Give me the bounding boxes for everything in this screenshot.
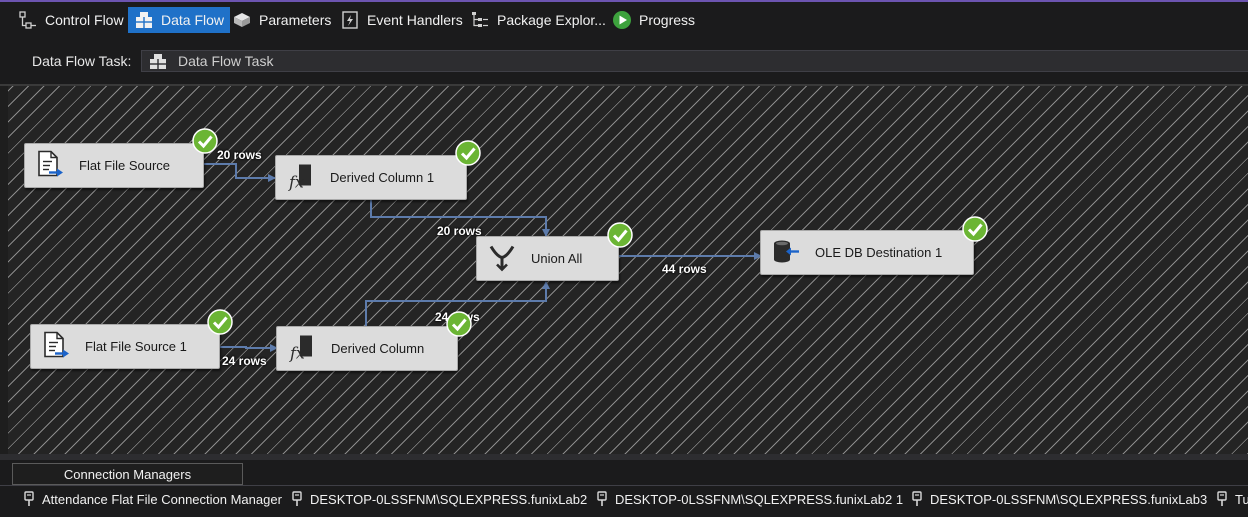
path-source-1-to-derived-column[interactable] <box>220 344 278 352</box>
connection-manager-item[interactable]: DESKTOP-0LSSFNM\SQLEXPRESS.funixLab3 <box>912 491 1207 507</box>
connection-plug-icon <box>24 491 34 507</box>
flat-file-source-icon <box>35 149 65 182</box>
data-flow-icon <box>134 10 154 30</box>
connection-manager-item[interactable]: Tu <box>1217 491 1248 507</box>
svg-text:fx: fx <box>289 343 305 362</box>
connection-plug-icon <box>912 491 922 507</box>
component-ole-db-destination-1[interactable]: OLE DB Destination 1 <box>760 230 974 275</box>
connection-manager-name: DESKTOP-0LSSFNM\SQLEXPRESS.funixLab2 <box>310 491 588 507</box>
control-flow-icon <box>18 10 38 30</box>
task-selector-combo[interactable]: Data Flow Task <box>141 50 1248 72</box>
package-explorer-icon <box>470 10 490 30</box>
connection-plug-icon <box>292 491 302 507</box>
connection-plug-icon <box>597 491 607 507</box>
component-label: Derived Column <box>331 341 425 356</box>
tab-parameters[interactable]: Parameters <box>226 7 337 33</box>
tab-label: Control Flow <box>45 12 124 28</box>
designer-tab-bar: Control Flow Data Flow Parameters Event … <box>0 2 1248 38</box>
component-derived-column[interactable]: fx Derived Column <box>276 326 458 371</box>
path-source-to-derived-column-1[interactable] <box>204 163 276 182</box>
component-label: Flat File Source <box>79 158 171 173</box>
data-flow-task-icon <box>148 52 168 70</box>
connection-managers-panel: Connection Managers Attendance Flat File… <box>0 460 1248 517</box>
success-check-icon <box>207 309 233 335</box>
tab-label: Parameters <box>259 12 332 28</box>
connection-manager-item[interactable]: DESKTOP-0LSSFNM\SQLEXPRESS.funixLab2 1 <box>597 491 903 507</box>
connection-manager-item[interactable]: Attendance Flat File Connection Manager <box>24 491 282 507</box>
tab-data-flow[interactable]: Data Flow <box>128 7 231 33</box>
tab-package-explorer[interactable]: Package Explor... <box>464 7 612 33</box>
component-label: Union All <box>531 251 583 266</box>
union-all-icon <box>487 242 517 275</box>
connection-manager-name: DESKTOP-0LSSFNM\SQLEXPRESS.funixLab3 <box>930 491 1208 507</box>
path-row-count: 20 rows <box>217 148 262 162</box>
tab-label: Progress <box>639 12 696 28</box>
svg-text:fx: fx <box>288 172 304 191</box>
component-label: Derived Column 1 <box>330 170 435 185</box>
connection-manager-name: DESKTOP-0LSSFNM\SQLEXPRESS.funixLab2 1 <box>615 491 904 507</box>
task-selector-row: Data Flow Task: Data Flow Task <box>0 38 1248 84</box>
derived-column-icon: fx <box>287 332 317 365</box>
component-union-all[interactable]: Union All <box>476 236 619 281</box>
connection-manager-item[interactable]: DESKTOP-0LSSFNM\SQLEXPRESS.funixLab2 <box>292 491 587 507</box>
component-label: OLE DB Destination 1 <box>815 245 943 260</box>
flat-file-source-icon <box>41 330 71 363</box>
parameters-icon <box>232 10 252 30</box>
success-check-icon <box>962 216 988 242</box>
tab-event-handlers[interactable]: Event Handlers <box>334 7 469 33</box>
component-derived-column-1[interactable]: fx Derived Column 1 <box>275 155 467 200</box>
tab-progress[interactable]: Progress <box>606 7 701 33</box>
success-check-icon <box>455 140 481 166</box>
task-selector-label: Data Flow Task: <box>32 53 132 69</box>
component-flat-file-source[interactable]: Flat File Source <box>24 143 204 188</box>
tab-control-flow[interactable]: Control Flow <box>12 7 130 33</box>
connection-managers-divider <box>0 485 1248 486</box>
path-row-count: 44 rows <box>662 262 707 276</box>
connection-managers-tab[interactable]: Connection Managers <box>12 463 243 485</box>
path-row-count: 20 rows <box>437 224 482 238</box>
tab-label: Data Flow <box>161 12 225 28</box>
task-selector-value: Data Flow Task <box>178 53 274 69</box>
component-label: Flat File Source 1 <box>85 339 187 354</box>
progress-icon <box>612 10 632 30</box>
tab-label: Event Handlers <box>367 12 463 28</box>
connection-plug-icon <box>1217 491 1227 507</box>
ole-db-destination-icon <box>771 236 801 269</box>
success-check-icon <box>192 128 218 154</box>
connection-manager-name: Attendance Flat File Connection Manager <box>42 491 282 507</box>
connection-manager-name: Tu <box>1235 491 1248 507</box>
success-check-icon <box>446 311 472 337</box>
path-row-count: 24 rows <box>222 354 267 368</box>
tab-label: Package Explor... <box>497 12 606 28</box>
component-flat-file-source-1[interactable]: Flat File Source 1 <box>30 324 220 369</box>
derived-column-icon: fx <box>286 161 316 194</box>
success-check-icon <box>607 222 633 248</box>
event-handlers-icon <box>340 10 360 30</box>
